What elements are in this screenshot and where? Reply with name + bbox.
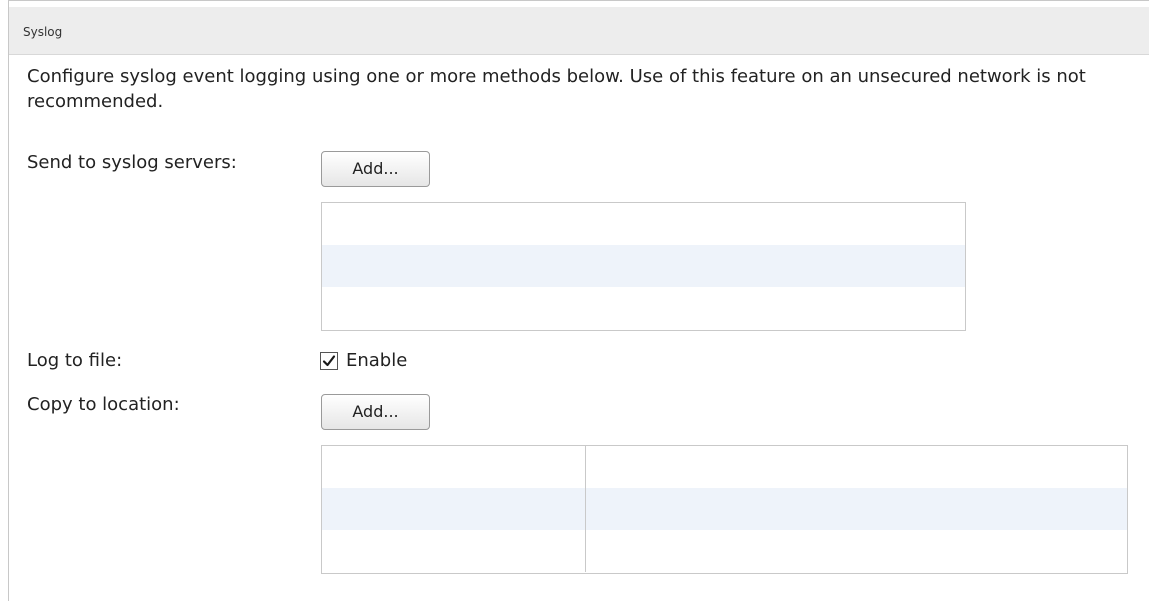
enable-checkbox[interactable] <box>320 351 338 370</box>
table-row[interactable] <box>322 488 1127 530</box>
table-cell <box>586 488 1127 530</box>
list-item[interactable] <box>322 245 965 287</box>
table-cell <box>322 530 586 572</box>
checkmark-icon <box>322 354 336 366</box>
table-row[interactable] <box>322 446 1127 488</box>
syslog-servers-list[interactable] <box>321 202 966 331</box>
copy-to-location-label: Copy to location: <box>27 394 180 415</box>
add-syslog-server-button[interactable]: Add... <box>321 151 430 187</box>
add-copy-location-button[interactable]: Add... <box>321 394 430 430</box>
panel-header: Syslog <box>9 7 1149 55</box>
log-to-file-label: Log to file: <box>27 350 123 371</box>
syslog-servers-label: Send to syslog servers: <box>27 152 237 173</box>
list-item[interactable] <box>322 203 965 245</box>
table-cell <box>586 446 1127 488</box>
enable-checkbox-label[interactable]: Enable <box>346 350 407 371</box>
copy-locations-grid[interactable] <box>321 445 1128 574</box>
panel-description: Configure syslog event logging using one… <box>27 66 1086 112</box>
syslog-panel: Syslog Configure syslog event logging us… <box>8 0 1149 601</box>
panel-title: Syslog <box>23 25 63 39</box>
table-row[interactable] <box>322 530 1127 572</box>
enable-checkbox-group[interactable]: Enable <box>320 350 407 371</box>
list-item[interactable] <box>322 287 965 329</box>
table-cell <box>586 530 1127 572</box>
table-cell <box>322 488 586 530</box>
table-cell <box>322 446 586 488</box>
